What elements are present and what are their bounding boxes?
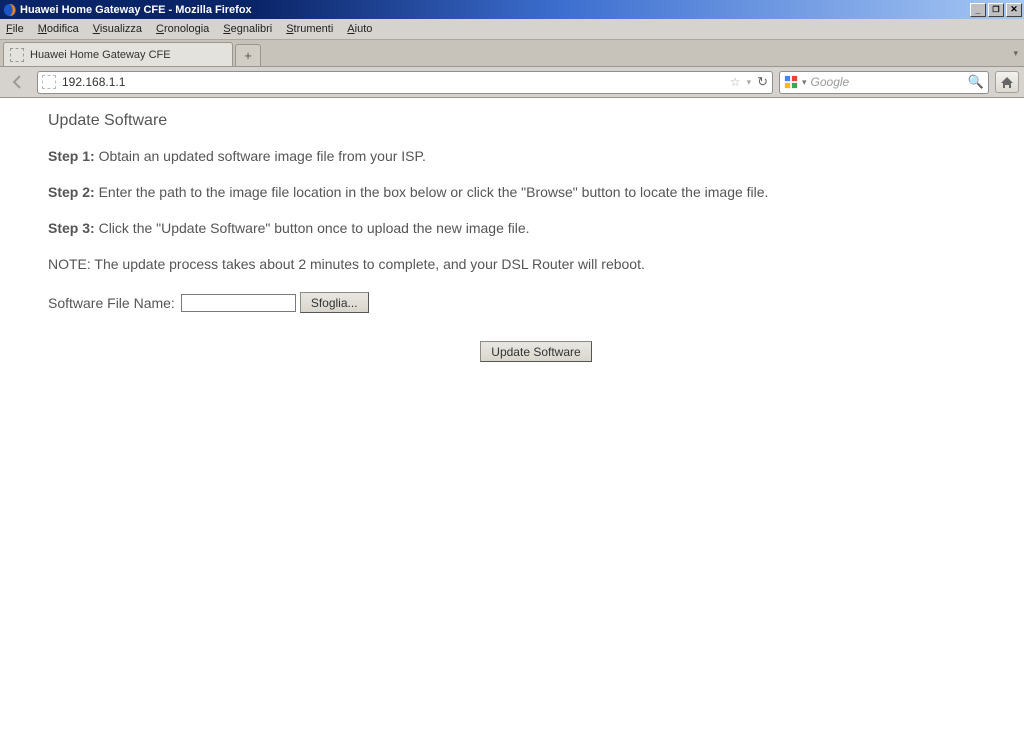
browse-button[interactable]: Sfoglia... [300, 292, 369, 313]
menu-bar: File Modifica Visualizza Cronologia Segn… [0, 19, 1024, 40]
minimize-button[interactable]: _ [970, 3, 986, 17]
window-title: Huawei Home Gateway CFE - Mozilla Firefo… [20, 4, 252, 16]
back-button[interactable] [5, 69, 31, 95]
software-file-input[interactable] [181, 294, 296, 312]
step-2-label: Step 2: [48, 184, 95, 200]
reload-icon[interactable]: ↻ [757, 74, 768, 90]
history-dropdown-icon[interactable]: ▾ [747, 77, 752, 88]
nav-toolbar: 192.168.1.1 ☆ ▾ ↻ ▾ Google 🔍 [0, 67, 1024, 98]
search-icon[interactable]: 🔍 [968, 74, 984, 90]
step-3-label: Step 3: [48, 220, 95, 236]
plus-icon: + [244, 48, 252, 63]
menu-tools[interactable]: Strumenti [286, 23, 333, 35]
step-1: Step 1: Obtain an updated software image… [48, 148, 1024, 164]
url-text: 192.168.1.1 [62, 75, 730, 89]
search-engine-dropdown-icon[interactable]: ▾ [802, 77, 807, 88]
step-1-label: Step 1: [48, 148, 95, 164]
home-button[interactable] [995, 71, 1019, 93]
update-software-button[interactable]: Update Software [480, 341, 591, 362]
page-heading: Update Software [48, 112, 1024, 130]
tab-title: Huawei Home Gateway CFE [30, 49, 171, 61]
close-button[interactable]: ✕ [1006, 3, 1022, 17]
step-3: Step 3: Click the "Update Software" butt… [48, 220, 1024, 236]
firefox-icon [3, 3, 17, 17]
google-icon [784, 75, 798, 89]
menu-view[interactable]: Visualizza [93, 23, 142, 35]
tab-strip: Huawei Home Gateway CFE + ▾ [0, 40, 1024, 67]
bookmark-star-icon[interactable]: ☆ [730, 75, 741, 89]
menu-edit[interactable]: Modifica [38, 23, 79, 35]
menu-history[interactable]: Cronologia [156, 23, 209, 35]
search-box[interactable]: ▾ Google 🔍 [779, 71, 989, 94]
step-2-text: Enter the path to the image file locatio… [95, 184, 769, 200]
search-placeholder: Google [811, 75, 968, 89]
menu-help[interactable]: Aiuto [347, 23, 372, 35]
note-text: NOTE: The update process takes about 2 m… [48, 256, 1024, 272]
step-2: Step 2: Enter the path to the image file… [48, 184, 1024, 200]
window-titlebar: Huawei Home Gateway CFE - Mozilla Firefo… [0, 0, 1024, 19]
address-bar[interactable]: 192.168.1.1 ☆ ▾ ↻ [37, 71, 773, 94]
tab-active[interactable]: Huawei Home Gateway CFE [3, 42, 233, 66]
step-1-text: Obtain an updated software image file fr… [95, 148, 426, 164]
step-3-text: Click the "Update Software" button once … [95, 220, 530, 236]
page-content: Update Software Step 1: Obtain an update… [0, 98, 1024, 362]
tabs-dropdown-icon[interactable]: ▾ [1013, 48, 1018, 59]
site-identity-icon [42, 75, 56, 89]
page-icon [10, 48, 24, 62]
restore-button[interactable]: ❐ [988, 3, 1004, 17]
file-input-row: Software File Name: Sfoglia... [48, 292, 1024, 313]
menu-file[interactable]: File [6, 23, 24, 35]
new-tab-button[interactable]: + [235, 44, 261, 66]
menu-bookmarks[interactable]: Segnalibri [223, 23, 272, 35]
file-label: Software File Name: [48, 295, 175, 311]
